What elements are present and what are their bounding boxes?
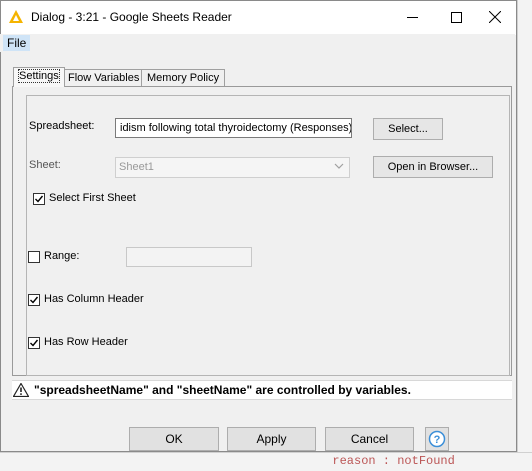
ok-button[interactable]: OK [129,427,219,451]
spreadsheet-label: Spreadsheet: [29,120,95,132]
minimize-button[interactable] [392,0,432,34]
select-first-sheet-label: Select First Sheet [49,192,136,204]
checkmark-icon [30,339,39,347]
has-column-header-label: Has Column Header [44,293,144,305]
sheet-select-value: Sheet1 [119,161,154,173]
open-in-browser-button[interactable]: Open in Browser... [373,156,493,178]
menu-file[interactable]: File [3,35,31,51]
range-field[interactable] [126,247,252,267]
range-checkbox[interactable] [28,251,40,263]
tab-memory-policy[interactable]: Memory Policy [141,69,226,86]
menu-bar [0,34,515,52]
warning-icon [13,383,29,397]
sheet-select[interactable]: Sheet1 [115,157,350,178]
tab-flow-variables-label: Flow Variables [68,72,140,84]
minimize-icon [406,16,418,18]
close-icon [489,11,501,23]
window-title: Dialog - 3:21 - Google Sheets Reader [31,10,232,24]
has-column-header-checkbox[interactable] [28,294,40,306]
has-row-header-checkbox[interactable] [28,337,40,349]
tab-memory-policy-label: Memory Policy [147,72,220,84]
select-first-sheet-checkbox[interactable] [33,193,45,205]
range-label: Range: [44,250,80,262]
apply-button[interactable]: Apply [227,427,316,451]
checkmark-icon [35,195,44,203]
sheet-label: Sheet: [29,159,61,171]
help-button[interactable]: ? [425,427,449,451]
select-button[interactable]: Select... [373,118,443,140]
background-app-bottom: reason : notFound [0,452,532,471]
status-message: "spreadsheetName" and "sheetName" are co… [34,383,411,397]
background-text-fragment: reason : notFound [318,454,455,468]
svg-text:?: ? [434,434,441,446]
has-row-header-label: Has Row Header [44,336,128,348]
maximize-button[interactable] [436,0,476,34]
spreadsheet-field[interactable]: idism following total thyroidectomy (Res… [115,118,352,138]
close-button[interactable] [475,0,515,34]
cancel-button[interactable]: Cancel [325,427,414,451]
tab-settings[interactable]: Settings [13,67,65,87]
background-app-edge [517,0,532,470]
tab-settings-label: Settings [18,69,60,83]
help-icon: ? [428,430,446,448]
knime-triangle-icon [9,10,23,23]
chevron-down-icon [334,163,344,169]
checkmark-icon [30,296,39,304]
maximize-icon [450,11,462,23]
tab-flow-variables[interactable]: Flow Variables [62,69,146,86]
